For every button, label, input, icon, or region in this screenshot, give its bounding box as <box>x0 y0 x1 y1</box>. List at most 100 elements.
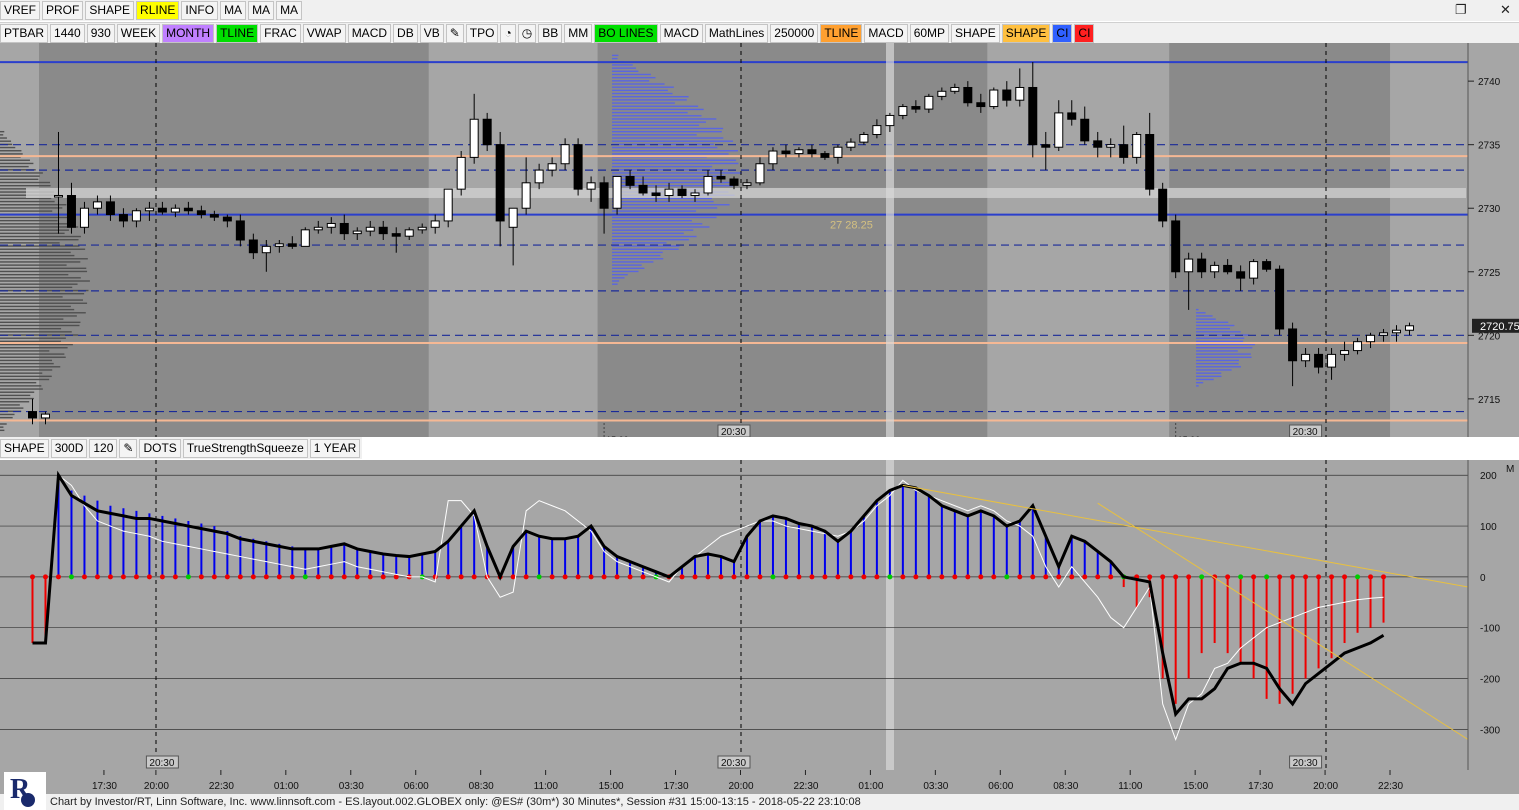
candle-body <box>690 192 700 197</box>
top-toolbar: VREF PROF SHAPE RLINE INFO MA MA MA <box>0 0 1519 21</box>
squeeze-dot <box>731 574 737 580</box>
indicator-tick-label: -300 <box>1480 725 1500 736</box>
squeeze-dot <box>575 574 581 580</box>
study-week-button[interactable]: WEEK <box>116 24 161 43</box>
timer-icon[interactable]: ◔ <box>500 24 516 43</box>
squeeze-dot <box>1030 574 1036 580</box>
study-ptbar-button[interactable]: PTBAR <box>0 24 49 43</box>
study-mathlines-button[interactable]: MathLines <box>704 24 769 43</box>
squeeze-dot <box>68 574 74 580</box>
study-db-button[interactable]: DB <box>393 24 418 43</box>
pencil-icon[interactable]: ✎ <box>119 438 138 458</box>
top-ma-button[interactable]: MA <box>276 1 303 20</box>
ind-dots-button[interactable]: DOTS <box>139 438 181 458</box>
squeeze-dot <box>744 574 750 580</box>
squeeze-dot <box>1186 574 1192 580</box>
x-tick-label: 01:00 <box>858 781 883 792</box>
candle-body <box>300 229 310 247</box>
ind-120-button[interactable]: 120 <box>89 438 118 458</box>
time-box-label: 20:30 <box>721 427 746 437</box>
study-1440-button[interactable]: 1440 <box>50 24 85 43</box>
study-vwap-button[interactable]: VWAP <box>302 24 346 43</box>
candle-body <box>599 182 609 209</box>
squeeze-dot <box>1316 574 1322 580</box>
clock-icon[interactable]: ◷ <box>517 24 537 43</box>
study-vb-button[interactable]: VB <box>419 24 444 43</box>
study-ci-button[interactable]: CI <box>1052 24 1073 43</box>
candle-body <box>274 243 284 247</box>
study-930-button[interactable]: 930 <box>86 24 115 43</box>
squeeze-dot <box>1342 574 1348 580</box>
candle-body <box>209 214 219 218</box>
candle-body <box>963 86 973 104</box>
cursor-bar <box>886 43 894 437</box>
ind-shape-button[interactable]: SHAPE <box>0 438 49 458</box>
candle-body <box>729 178 739 186</box>
candle-body <box>547 163 557 171</box>
study-tpo-button[interactable]: TPO <box>465 24 499 43</box>
top-rline-button[interactable]: RLINE <box>136 1 180 20</box>
price-tick-label: 2740 <box>1478 77 1501 88</box>
study-250000-button[interactable]: 250000 <box>770 24 819 43</box>
top-prof-button[interactable]: PROF <box>42 1 84 20</box>
study-60mp-button[interactable]: 60MP <box>909 24 950 43</box>
ind-truestrengthsqueeze-button[interactable]: TrueStrengthSqueeze <box>182 438 308 458</box>
top-ma-button[interactable]: MA <box>248 1 275 20</box>
squeeze-dot <box>1329 574 1335 580</box>
squeeze-dot <box>679 574 685 580</box>
study-frac-button[interactable]: FRAC <box>260 24 301 43</box>
study-macd-button[interactable]: MACD <box>347 24 392 43</box>
study-bb-button[interactable]: BB <box>538 24 563 43</box>
candle-body <box>1314 353 1324 368</box>
price-chart[interactable]: 2715 2720 2725 2730 2735 2740 2720.75 27 28.25 1… <box>0 43 1519 437</box>
ind-300d-button[interactable]: 300D <box>50 438 88 458</box>
ind-1-year-button[interactable]: 1 YEAR <box>309 438 361 458</box>
candle-body <box>1197 258 1207 273</box>
candle-body <box>1249 261 1259 279</box>
candle-body <box>352 230 362 235</box>
candle-body <box>560 144 570 165</box>
x-tick-label: 20:00 <box>144 781 169 792</box>
squeeze-dot <box>757 574 763 580</box>
top-info-button[interactable]: INFO <box>181 1 219 20</box>
candle-body <box>469 118 479 158</box>
session-marker-time: 15:00 <box>1178 435 1201 437</box>
restore-icon[interactable]: ❐ <box>1455 2 1467 18</box>
candle-body <box>1405 325 1415 331</box>
study-ci-button[interactable]: CI <box>1074 24 1095 43</box>
candle-body <box>1353 341 1363 352</box>
price-tick-label: 2720 <box>1478 331 1501 342</box>
indicator-toolbar: SHAPE 300D 120 ✎ DOTS TrueStrengthSqueeze 1 YE… <box>0 437 363 459</box>
x-tick-label: 11:00 <box>534 781 559 792</box>
squeeze-dot <box>354 574 360 580</box>
squeeze-dot <box>263 574 269 580</box>
candle-body <box>1132 134 1142 158</box>
top-vref-button[interactable]: VREF <box>0 1 41 20</box>
candle-body <box>40 413 50 419</box>
candle-body <box>53 195 63 198</box>
squeeze-dot <box>822 574 828 580</box>
top-shape-button[interactable]: SHAPE <box>85 1 135 20</box>
time-box-label: 20:30 <box>1293 427 1318 437</box>
close-icon[interactable]: ✕ <box>1500 2 1511 18</box>
squeeze-dot <box>1082 574 1088 580</box>
candle-body <box>1028 86 1038 146</box>
candle-body <box>1106 144 1116 148</box>
candle-body <box>794 149 804 155</box>
study-mm-button[interactable]: MM <box>564 24 593 43</box>
study-shape-button[interactable]: SHAPE <box>951 24 1000 43</box>
pencil-icon[interactable]: ✎ <box>445 24 464 43</box>
study-shape-button[interactable]: SHAPE <box>1001 24 1051 43</box>
squeeze-dot <box>692 574 698 580</box>
top-ma-button[interactable]: MA <box>220 1 247 20</box>
study-macd-button[interactable]: MACD <box>864 24 908 43</box>
candle-body <box>859 134 869 143</box>
study-tline-button[interactable]: TLINE <box>216 24 259 43</box>
candle-body <box>1171 220 1181 273</box>
study-tline-button[interactable]: TLINE <box>820 24 863 43</box>
study-macd-button[interactable]: MACD <box>659 24 703 43</box>
indicator-chart[interactable]: 200 100 0 -100 -200 -300 M 20:30 20:30 20:30 17:30… <box>0 460 1519 794</box>
study-month-button[interactable]: MONTH <box>162 24 215 43</box>
study-bo-lines-button[interactable]: BO LINES <box>594 24 658 43</box>
squeeze-dot <box>939 574 945 580</box>
